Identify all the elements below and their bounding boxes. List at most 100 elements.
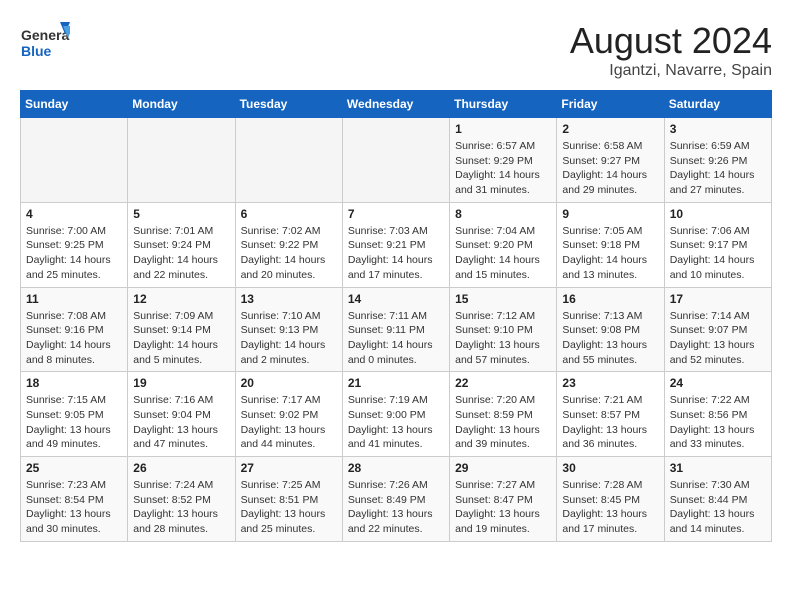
calendar-cell: 30 Sunrise: 7:28 AM Sunset: 8:45 PM Dayli… — [557, 457, 664, 542]
calendar-cell: 17 Sunrise: 7:14 AM Sunset: 9:07 PM Dayli… — [664, 287, 771, 372]
day-info: Sunrise: 7:01 AM Sunset: 9:24 PM Dayligh… — [133, 224, 229, 283]
calendar-cell: 6 Sunrise: 7:02 AM Sunset: 9:22 PM Daylig… — [235, 202, 342, 287]
calendar-cell: 18 Sunrise: 7:15 AM Sunset: 9:05 PM Dayli… — [21, 372, 128, 457]
generalblue-logo-svg: General Blue — [20, 20, 70, 65]
calendar-header: SundayMondayTuesdayWednesdayThursdayFrid… — [21, 91, 772, 118]
calendar-cell: 19Sunrise: 7:16 AM Sunset: 9:04 PM Dayli… — [128, 372, 235, 457]
calendar-cell: 24 Sunrise: 7:22 AM Sunset: 8:56 PM Dayli… — [664, 372, 771, 457]
day-info: Sunrise: 7:06 AM Sunset: 9:17 PM Dayligh… — [670, 224, 766, 283]
day-info: Sunrise: 7:22 AM Sunset: 8:56 PM Dayligh… — [670, 393, 766, 452]
day-info: Sunrise: 7:05 AM Sunset: 9:18 PM Dayligh… — [562, 224, 658, 283]
day-info: Sunrise: 7:17 AM Sunset: 9:02 PM Dayligh… — [241, 393, 337, 452]
calendar-week-row: 25Sunrise: 7:23 AM Sunset: 8:54 PM Dayli… — [21, 457, 772, 542]
svg-text:Blue: Blue — [21, 43, 52, 59]
calendar-cell: 25Sunrise: 7:23 AM Sunset: 8:54 PM Dayli… — [21, 457, 128, 542]
day-number: 1 — [455, 122, 551, 136]
month-year-title: August 2024 — [570, 20, 772, 62]
day-number: 27 — [241, 461, 337, 475]
day-info: Sunrise: 6:57 AM Sunset: 9:29 PM Dayligh… — [455, 139, 551, 198]
day-info: Sunrise: 7:28 AM Sunset: 8:45 PM Dayligh… — [562, 478, 658, 537]
day-info: Sunrise: 7:14 AM Sunset: 9:07 PM Dayligh… — [670, 309, 766, 368]
page-header: General Blue August 2024 Igantzi, Navarr… — [20, 20, 772, 80]
calendar-cell: 13Sunrise: 7:10 AM Sunset: 9:13 PM Dayli… — [235, 287, 342, 372]
calendar-cell: 7 Sunrise: 7:03 AM Sunset: 9:21 PM Daylig… — [342, 202, 449, 287]
day-number: 6 — [241, 207, 337, 221]
calendar-cell: 20 Sunrise: 7:17 AM Sunset: 9:02 PM Dayli… — [235, 372, 342, 457]
calendar-cell — [235, 118, 342, 203]
day-info: Sunrise: 7:20 AM Sunset: 8:59 PM Dayligh… — [455, 393, 551, 452]
day-info: Sunrise: 7:12 AM Sunset: 9:10 PM Dayligh… — [455, 309, 551, 368]
day-info: Sunrise: 7:04 AM Sunset: 9:20 PM Dayligh… — [455, 224, 551, 283]
day-number: 10 — [670, 207, 766, 221]
day-number: 30 — [562, 461, 658, 475]
weekday-header-monday: Monday — [128, 91, 235, 118]
calendar-cell: 8Sunrise: 7:04 AM Sunset: 9:20 PM Daylig… — [450, 202, 557, 287]
day-info: Sunrise: 7:09 AM Sunset: 9:14 PM Dayligh… — [133, 309, 229, 368]
calendar-cell: 5Sunrise: 7:01 AM Sunset: 9:24 PM Daylig… — [128, 202, 235, 287]
day-info: Sunrise: 7:24 AM Sunset: 8:52 PM Dayligh… — [133, 478, 229, 537]
calendar-cell: 22 Sunrise: 7:20 AM Sunset: 8:59 PM Dayli… — [450, 372, 557, 457]
day-number: 20 — [241, 376, 337, 390]
day-number: 24 — [670, 376, 766, 390]
calendar-cell — [128, 118, 235, 203]
calendar-cell: 3 Sunrise: 6:59 AM Sunset: 9:26 PM Daylig… — [664, 118, 771, 203]
calendar-cell: 28Sunrise: 7:26 AM Sunset: 8:49 PM Dayli… — [342, 457, 449, 542]
day-number: 3 — [670, 122, 766, 136]
weekday-header-friday: Friday — [557, 91, 664, 118]
location-subtitle: Igantzi, Navarre, Spain — [570, 62, 772, 80]
day-number: 19 — [133, 376, 229, 390]
day-number: 15 — [455, 292, 551, 306]
weekday-header-thursday: Thursday — [450, 91, 557, 118]
calendar-cell: 4 Sunrise: 7:00 AM Sunset: 9:25 PM Daylig… — [21, 202, 128, 287]
day-number: 11 — [26, 292, 122, 306]
day-number: 31 — [670, 461, 766, 475]
day-number: 23 — [562, 376, 658, 390]
calendar-table: SundayMondayTuesdayWednesdayThursdayFrid… — [20, 90, 772, 542]
day-number: 29 — [455, 461, 551, 475]
calendar-cell: 23 Sunrise: 7:21 AM Sunset: 8:57 PM Dayli… — [557, 372, 664, 457]
day-info: Sunrise: 7:03 AM Sunset: 9:21 PM Dayligh… — [348, 224, 444, 283]
day-number: 21 — [348, 376, 444, 390]
calendar-week-row: 4 Sunrise: 7:00 AM Sunset: 9:25 PM Daylig… — [21, 202, 772, 287]
day-info: Sunrise: 7:21 AM Sunset: 8:57 PM Dayligh… — [562, 393, 658, 452]
calendar-cell — [21, 118, 128, 203]
day-info: Sunrise: 7:13 AM Sunset: 9:08 PM Dayligh… — [562, 309, 658, 368]
day-number: 22 — [455, 376, 551, 390]
day-info: Sunrise: 7:19 AM Sunset: 9:00 PM Dayligh… — [348, 393, 444, 452]
calendar-body: 1 Sunrise: 6:57 AM Sunset: 9:29 PM Daylig… — [21, 118, 772, 542]
calendar-cell — [342, 118, 449, 203]
calendar-week-row: 1 Sunrise: 6:57 AM Sunset: 9:29 PM Daylig… — [21, 118, 772, 203]
weekday-header-saturday: Saturday — [664, 91, 771, 118]
day-number: 14 — [348, 292, 444, 306]
day-number: 2 — [562, 122, 658, 136]
day-number: 28 — [348, 461, 444, 475]
day-number: 17 — [670, 292, 766, 306]
day-info: Sunrise: 7:15 AM Sunset: 9:05 PM Dayligh… — [26, 393, 122, 452]
day-number: 7 — [348, 207, 444, 221]
day-info: Sunrise: 7:27 AM Sunset: 8:47 PM Dayligh… — [455, 478, 551, 537]
day-info: Sunrise: 6:59 AM Sunset: 9:26 PM Dayligh… — [670, 139, 766, 198]
weekday-header-sunday: Sunday — [21, 91, 128, 118]
calendar-cell: 10 Sunrise: 7:06 AM Sunset: 9:17 PM Dayli… — [664, 202, 771, 287]
calendar-cell: 12 Sunrise: 7:09 AM Sunset: 9:14 PM Dayli… — [128, 287, 235, 372]
calendar-cell: 29 Sunrise: 7:27 AM Sunset: 8:47 PM Dayli… — [450, 457, 557, 542]
weekday-header-row: SundayMondayTuesdayWednesdayThursdayFrid… — [21, 91, 772, 118]
calendar-cell: 26 Sunrise: 7:24 AM Sunset: 8:52 PM Dayli… — [128, 457, 235, 542]
day-number: 16 — [562, 292, 658, 306]
day-info: Sunrise: 7:08 AM Sunset: 9:16 PM Dayligh… — [26, 309, 122, 368]
day-info: Sunrise: 7:30 AM Sunset: 8:44 PM Dayligh… — [670, 478, 766, 537]
day-info: Sunrise: 7:02 AM Sunset: 9:22 PM Dayligh… — [241, 224, 337, 283]
day-info: Sunrise: 7:00 AM Sunset: 9:25 PM Dayligh… — [26, 224, 122, 283]
calendar-cell: 1 Sunrise: 6:57 AM Sunset: 9:29 PM Daylig… — [450, 118, 557, 203]
calendar-cell: 16 Sunrise: 7:13 AM Sunset: 9:08 PM Dayli… — [557, 287, 664, 372]
calendar-cell: 15 Sunrise: 7:12 AM Sunset: 9:10 PM Dayli… — [450, 287, 557, 372]
day-info: Sunrise: 7:25 AM Sunset: 8:51 PM Dayligh… — [241, 478, 337, 537]
day-number: 12 — [133, 292, 229, 306]
calendar-cell: 2Sunrise: 6:58 AM Sunset: 9:27 PM Daylig… — [557, 118, 664, 203]
day-number: 26 — [133, 461, 229, 475]
calendar-week-row: 11 Sunrise: 7:08 AM Sunset: 9:16 PM Dayli… — [21, 287, 772, 372]
calendar-cell: 21 Sunrise: 7:19 AM Sunset: 9:00 PM Dayli… — [342, 372, 449, 457]
day-info: Sunrise: 7:11 AM Sunset: 9:11 PM Dayligh… — [348, 309, 444, 368]
day-number: 18 — [26, 376, 122, 390]
day-number: 4 — [26, 207, 122, 221]
